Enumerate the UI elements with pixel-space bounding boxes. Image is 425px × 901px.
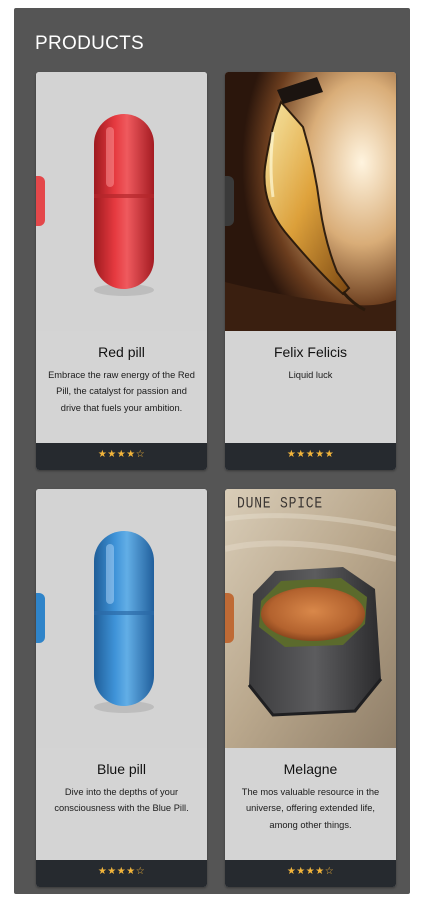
- product-card-blue-pill[interactable]: Blue pill Dive into the depths of your c…: [36, 489, 207, 887]
- product-card-felix-felicis[interactable]: Felix Felicis Liquid luck ★★★★★: [225, 72, 396, 470]
- page-title: PRODUCTS: [35, 33, 145, 54]
- product-image-blue-pill: [36, 489, 207, 748]
- accent-tab: [36, 593, 45, 643]
- product-card-melagne[interactable]: DUNE SPICE Melagne The mos valuable reso…: [225, 489, 396, 887]
- product-image-felix-felicis: [225, 72, 396, 331]
- product-card-red-pill[interactable]: Red pill Embrace the raw energy of the R…: [36, 72, 207, 470]
- product-name: Red pill: [98, 344, 145, 360]
- card-footer: ★★★★☆: [36, 860, 207, 887]
- product-image-red-pill: [36, 72, 207, 331]
- accent-tab: [225, 593, 234, 643]
- product-image-melagne: DUNE SPICE: [225, 489, 396, 748]
- rating-stars: ★★★★☆: [97, 449, 146, 460]
- product-name: Felix Felicis: [273, 344, 348, 360]
- product-name: Melagne: [283, 761, 338, 777]
- rating-stars: ★★★★★: [286, 449, 335, 460]
- product-description: Dive into the depths of your consciousne…: [54, 787, 189, 814]
- rating-stars: ★★★★☆: [97, 866, 146, 877]
- card-footer: ★★★★★: [225, 443, 396, 470]
- product-description: Liquid luck: [288, 370, 333, 380]
- product-description: Embrace the raw energy of the Red Pill, …: [48, 370, 195, 413]
- card-footer: ★★★★☆: [225, 860, 396, 887]
- image-caption: DUNE SPICE: [237, 494, 324, 513]
- accent-tab: [225, 176, 234, 226]
- card-footer: ★★★★☆: [36, 443, 207, 470]
- product-name: Blue pill: [96, 761, 147, 777]
- rating-stars: ★★★★☆: [286, 866, 335, 877]
- products-panel: PRODUCTS Red pill Embrace the raw energy…: [14, 8, 410, 894]
- accent-tab: [36, 176, 45, 226]
- product-description: The mos valuable resource in the univers…: [241, 787, 380, 830]
